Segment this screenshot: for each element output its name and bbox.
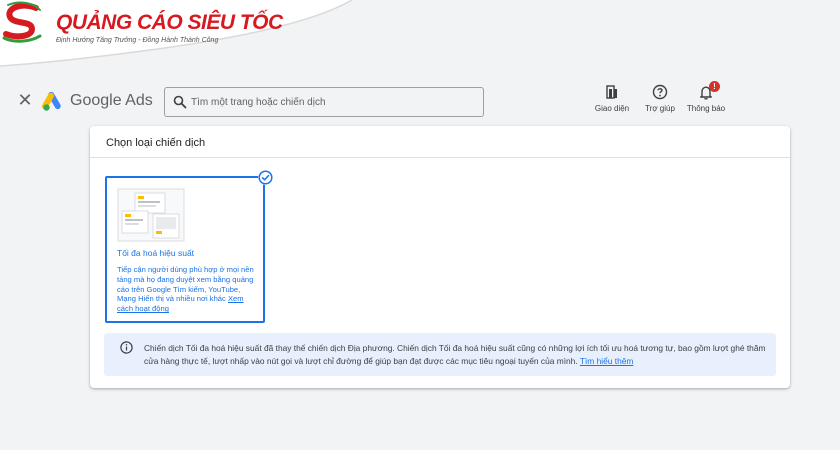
search-input[interactable] bbox=[191, 93, 471, 111]
appearance-button[interactable]: Giao diện bbox=[590, 84, 634, 120]
divider bbox=[90, 157, 790, 158]
close-icon[interactable]: ✕ bbox=[16, 91, 34, 109]
google-ads-logo-icon bbox=[42, 91, 61, 111]
info-icon bbox=[120, 341, 133, 354]
campaign-option-performance-max[interactable]: Tối đa hoá hiệu suất Tiếp cận người dùng… bbox=[105, 170, 273, 323]
help-icon bbox=[652, 84, 668, 100]
info-banner: Chiến dịch Tối đa hoá hiệu suất đã thay … bbox=[104, 333, 776, 376]
campaign-option-description: Tiếp cận người dùng phù hợp ở mọi nền tả… bbox=[117, 265, 254, 314]
notifications-button[interactable]: ! Thông báo bbox=[684, 81, 728, 120]
appearance-icon bbox=[606, 85, 617, 99]
watermark-banner: QUẢNG CÁO SIÊU TỐC Định Hướng Tăng Trưởn… bbox=[0, 0, 360, 70]
info-text: Chiến dịch Tối đa hoá hiệu suất đã thay … bbox=[144, 343, 766, 366]
performance-max-illustration bbox=[117, 188, 185, 242]
brand-logo-icon bbox=[2, 1, 42, 43]
notification-badge: ! bbox=[709, 81, 720, 92]
product-name: Google Ads bbox=[70, 92, 153, 109]
search-icon bbox=[173, 95, 187, 109]
campaign-option-title: Tối đa hoá hiệu suất bbox=[117, 248, 195, 258]
top-bar: ✕ Google Ads Giao diện Trợ giúp bbox=[0, 81, 840, 120]
brand-name: QUẢNG CÁO SIÊU TỐC bbox=[56, 11, 283, 34]
page-title: Chọn loại chiến dịch bbox=[106, 137, 206, 149]
learn-more-link[interactable]: Tìm hiểu thêm bbox=[580, 356, 634, 366]
appearance-label: Giao diện bbox=[594, 104, 630, 113]
brand-tagline: Định Hướng Tăng Trưởng - Đồng Hành Thành… bbox=[56, 37, 219, 44]
help-label: Trợ giúp bbox=[645, 104, 675, 113]
help-button[interactable]: Trợ giúp bbox=[638, 84, 682, 120]
selected-check-icon bbox=[258, 170, 273, 185]
campaign-type-card: Chọn loại chiến dịch Tối đa hoá hiệu suấ… bbox=[90, 126, 790, 388]
search-box[interactable] bbox=[164, 87, 484, 117]
notifications-label: Thông báo bbox=[686, 104, 726, 113]
